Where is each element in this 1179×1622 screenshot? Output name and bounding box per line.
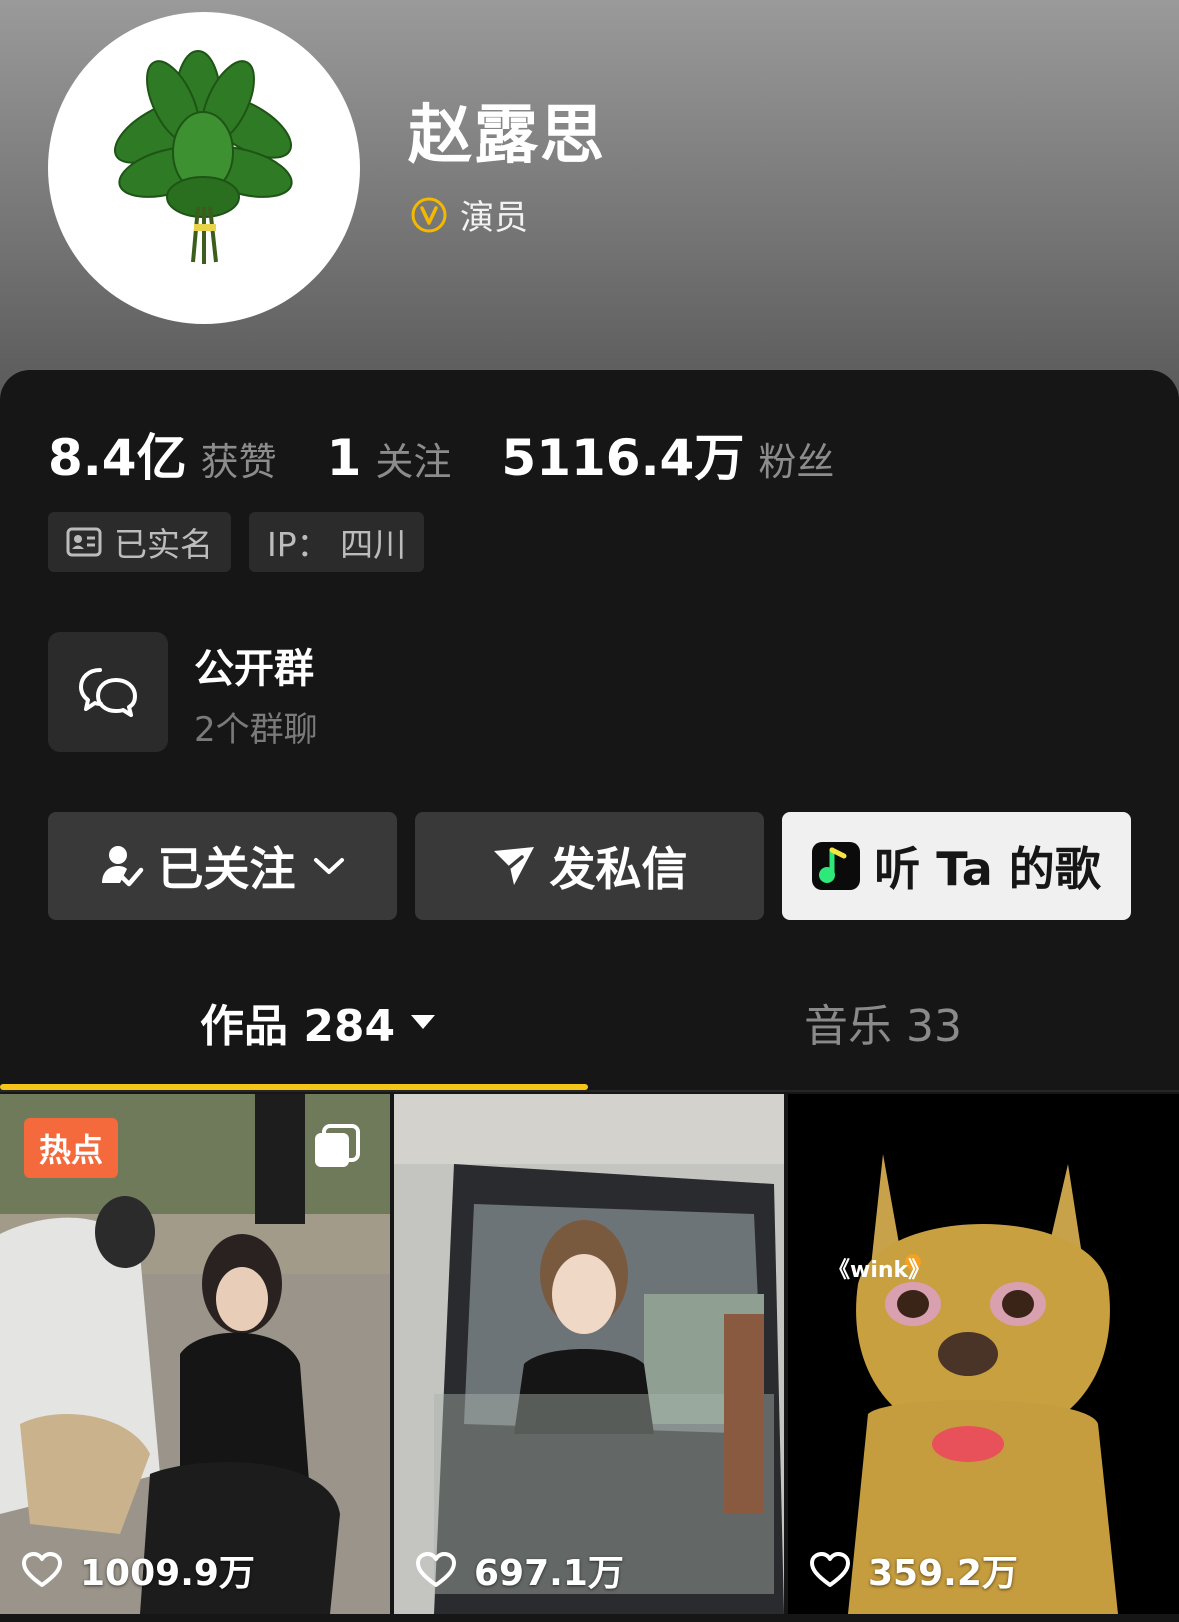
stat-following-label: 关注	[375, 440, 452, 484]
like-count: 1009.9万	[22, 1544, 255, 1596]
like-count: 697.1万	[416, 1544, 624, 1596]
send-message-label: 发私信	[549, 842, 688, 896]
video-3-image	[788, 1094, 1179, 1614]
multi-image-icon	[315, 1124, 360, 1167]
followed-button-label: 已关注	[157, 842, 296, 896]
stat-followers[interactable]: 5116.4万 粉丝	[501, 418, 834, 490]
tab-works-label: 作品 284	[200, 1001, 396, 1052]
tags-row: 已实名 IP： 四川	[48, 512, 442, 572]
profile-name: 赵露思	[408, 99, 606, 173]
ip-location-tag: IP： 四川	[249, 512, 425, 572]
heart-icon	[416, 1552, 456, 1587]
hot-badge: 热点	[24, 1118, 118, 1178]
heart-icon	[22, 1552, 62, 1587]
listen-songs-button[interactable]: 听 Ta 的歌	[782, 812, 1131, 920]
verification-label: 演员	[460, 198, 528, 238]
video-thumbnail[interactable]: 《wink》 359.2万	[788, 1094, 1179, 1614]
caret-down-icon[interactable]	[409, 1012, 437, 1032]
followed-button[interactable]: 已关注	[48, 812, 397, 920]
verification-row: 演员	[410, 190, 528, 239]
followed-user-icon	[101, 846, 143, 887]
stat-likes-label: 获赞	[200, 440, 277, 484]
group-chat-button[interactable]	[48, 632, 168, 752]
like-count-value: 1009.9万	[80, 1553, 255, 1594]
leaf-bouquet-image	[114, 50, 293, 264]
like-count-value: 697.1万	[474, 1553, 624, 1594]
stat-following-value: 1	[326, 429, 362, 487]
video-2-image	[394, 1094, 784, 1614]
profile-page: 赵露思 演员 8.4亿 获赞 1 关注 5116.4万 粉丝 已实名 IP： 四…	[0, 0, 1179, 1622]
stat-followers-value: 5116.4万	[501, 429, 745, 487]
tab-music-label: 音乐 33	[804, 1001, 962, 1052]
group-title[interactable]: 公开群	[194, 636, 314, 694]
stats-row: 8.4亿 获赞 1 关注 5116.4万 粉丝	[48, 418, 884, 490]
id-card-icon	[66, 527, 102, 557]
real-name-label: 已实名	[114, 525, 213, 564]
chevron-down-icon	[313, 858, 344, 874]
listen-songs-label: 听 Ta 的歌	[874, 842, 1101, 896]
verified-badge-icon	[411, 197, 447, 232]
real-name-tag: 已实名	[48, 512, 231, 572]
profile-header: 赵露思 演员	[0, 0, 1179, 400]
video-thumbnail[interactable]: 697.1万	[394, 1094, 784, 1614]
avatar[interactable]	[48, 12, 360, 324]
ip-location-label: IP： 四川	[267, 525, 407, 564]
stat-followers-label: 粉丝	[758, 440, 835, 484]
video-caption: 《wink》	[828, 1258, 931, 1283]
send-message-button[interactable]: 发私信	[415, 812, 764, 920]
music-app-icon	[812, 842, 861, 890]
stat-following[interactable]: 1 关注	[327, 429, 452, 487]
group-subtitle: 2个群聊	[194, 710, 318, 750]
video-thumbnail[interactable]: 热点 1009.9万	[0, 1094, 390, 1614]
like-count: 359.2万	[810, 1544, 1018, 1596]
like-count-value: 359.2万	[868, 1553, 1018, 1594]
video-grid: 热点 1009.9万 697.1万 《wink》 359.2万	[0, 1094, 1179, 1614]
tab-works[interactable]: 作品 284	[200, 990, 437, 1054]
send-icon	[493, 847, 534, 885]
tab-divider	[0, 1090, 1179, 1092]
content-tabs: 作品 284 音乐 33	[0, 990, 1179, 1090]
tab-music[interactable]: 音乐 33	[804, 990, 962, 1054]
stat-likes-value: 8.4亿	[48, 429, 187, 487]
stat-likes[interactable]: 8.4亿 获赞	[48, 418, 277, 490]
heart-icon	[810, 1552, 850, 1587]
chat-bubbles-icon	[79, 668, 137, 717]
